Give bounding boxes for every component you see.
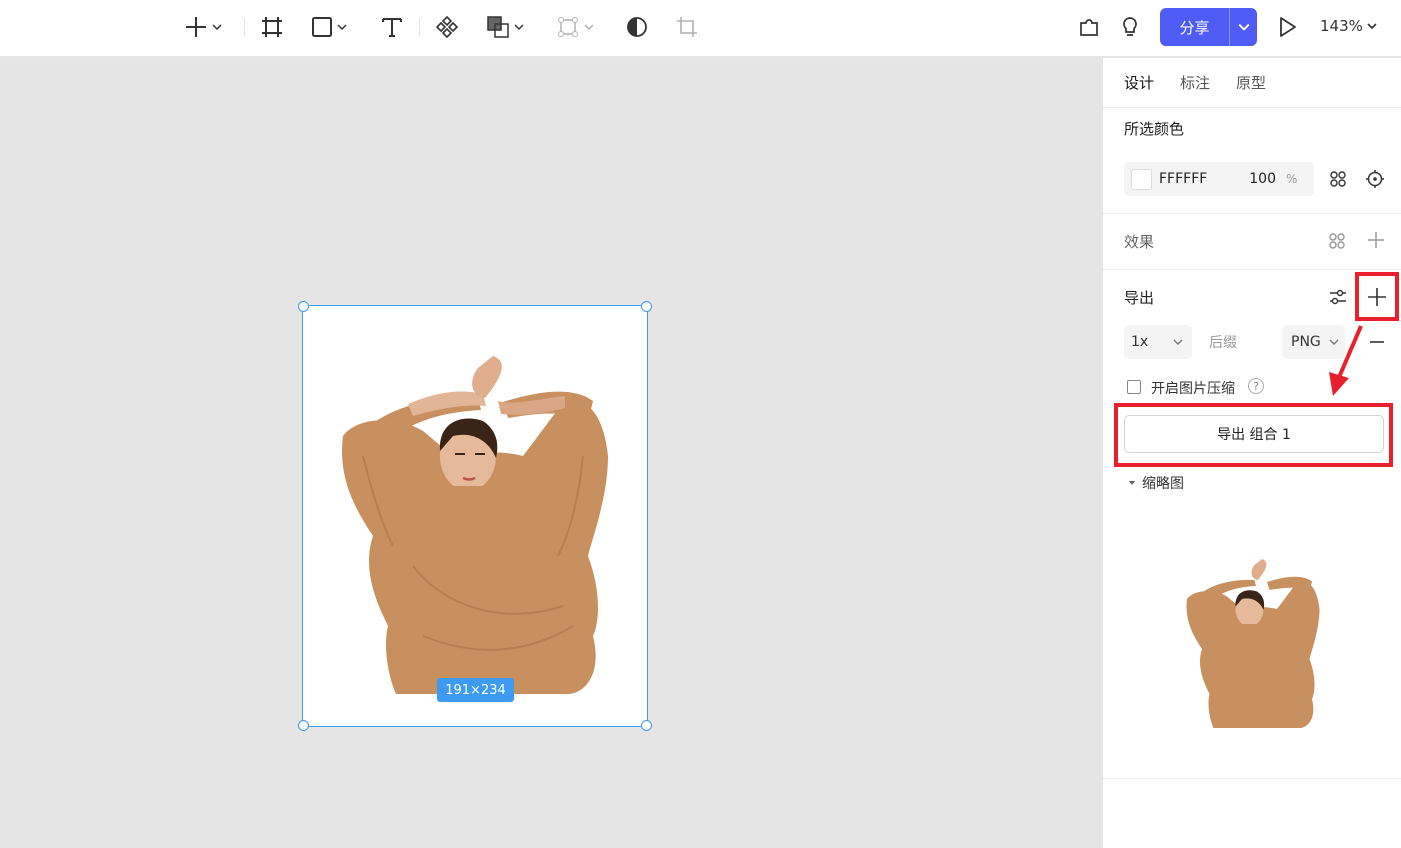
scale-select[interactable]: 1x xyxy=(1124,325,1192,359)
selected-color-title: 所选颜色 xyxy=(1124,120,1185,138)
text-icon xyxy=(382,18,402,37)
compress-label: 开启图片压缩 xyxy=(1151,381,1235,397)
sliders-icon xyxy=(1330,289,1346,305)
export-title: 导出 xyxy=(1124,289,1155,307)
format-select[interactable]: PNG xyxy=(1282,325,1345,359)
resize-handle-top-left[interactable] xyxy=(298,301,309,312)
highlight-export-button xyxy=(1114,403,1393,467)
panel-tabs: 设计 标注 原型 xyxy=(1103,58,1401,108)
color-swatch[interactable] xyxy=(1131,168,1152,190)
share-button[interactable]: 分享 xyxy=(1160,8,1257,46)
boolean-icon xyxy=(487,16,509,38)
chevron-down-icon xyxy=(584,24,594,31)
effects-style-button[interactable] xyxy=(1328,232,1346,250)
mask-tool[interactable] xyxy=(625,12,649,42)
minus-icon xyxy=(1370,341,1384,343)
toolbar-divider xyxy=(244,18,245,36)
chevron-down-icon xyxy=(1329,339,1339,345)
ideas-button[interactable] xyxy=(1118,12,1142,42)
compress-checkbox[interactable] xyxy=(1127,380,1141,394)
top-toolbar: 分享 143% xyxy=(0,0,1401,57)
style-icon xyxy=(1330,171,1346,187)
play-icon xyxy=(1280,17,1296,37)
tab-annotate[interactable]: 标注 xyxy=(1180,72,1210,93)
style-button[interactable] xyxy=(1329,170,1347,188)
plus-icon xyxy=(1368,232,1384,248)
frame-icon xyxy=(262,17,282,37)
share-label[interactable]: 分享 xyxy=(1160,8,1229,46)
tab-design[interactable]: 设计 xyxy=(1124,72,1154,93)
rectangle-icon xyxy=(312,17,332,37)
toolbar-divider xyxy=(419,18,420,36)
add-effect-button[interactable] xyxy=(1367,231,1385,249)
color-opacity[interactable]: 100 xyxy=(1246,171,1276,187)
preview-button[interactable] xyxy=(1275,12,1299,42)
export-settings-button[interactable] xyxy=(1328,287,1348,307)
target-icon xyxy=(1366,170,1384,188)
lightbulb-icon xyxy=(1123,17,1137,36)
component-icon xyxy=(435,15,459,39)
add-icon xyxy=(186,17,206,37)
chevron-down-icon xyxy=(1367,23,1377,30)
effects-title: 效果 xyxy=(1124,233,1155,251)
properties-panel: 设计 标注 原型 所选颜色 FFFFFF 100 % 效果 导出 1x 后缀 P… xyxy=(1102,58,1401,848)
chevron-down-icon xyxy=(514,24,524,31)
color-hex[interactable]: FFFFFF xyxy=(1159,171,1246,187)
remove-export-button[interactable] xyxy=(1368,333,1386,351)
canvas[interactable] xyxy=(0,58,1102,848)
format-value: PNG xyxy=(1291,334,1321,350)
thumbnail-image xyxy=(1186,559,1320,728)
color-picker-button[interactable] xyxy=(1365,169,1385,189)
zoom-control[interactable]: 143% xyxy=(1320,17,1377,35)
chevron-down-icon xyxy=(1238,23,1249,31)
resize-handle-bottom-left[interactable] xyxy=(298,720,309,731)
resize-handle-top-right[interactable] xyxy=(641,301,652,312)
suffix-input[interactable]: 后缀 xyxy=(1201,325,1273,359)
boolean-tool[interactable] xyxy=(486,12,524,42)
share-dropdown[interactable] xyxy=(1229,8,1257,46)
thumbnail-title: 缩略图 xyxy=(1142,476,1184,492)
resize-handle-bottom-right[interactable] xyxy=(641,720,652,731)
thumbnail-toggle[interactable]: 缩略图 xyxy=(1128,473,1184,493)
add-tool[interactable] xyxy=(184,12,222,42)
divider xyxy=(1103,269,1401,270)
help-icon[interactable]: ? xyxy=(1248,378,1264,394)
color-field[interactable]: FFFFFF 100 % xyxy=(1124,162,1314,196)
path-icon xyxy=(558,17,578,37)
path-tool[interactable] xyxy=(556,12,594,42)
text-tool[interactable] xyxy=(380,12,404,42)
zoom-level: 143% xyxy=(1320,17,1363,35)
scale-value: 1x xyxy=(1131,334,1149,350)
highlight-add-export xyxy=(1355,272,1399,321)
caret-down-icon xyxy=(1129,481,1135,485)
mask-icon xyxy=(627,17,647,37)
person-image xyxy=(342,356,608,694)
percent-sign: % xyxy=(1286,172,1298,186)
chevron-down-icon xyxy=(212,24,222,31)
frame-tool[interactable] xyxy=(260,12,284,42)
tab-prototype[interactable]: 原型 xyxy=(1236,72,1266,93)
selected-group[interactable] xyxy=(302,305,648,727)
crop-tool[interactable] xyxy=(676,12,698,42)
chevron-down-icon xyxy=(337,24,347,31)
crop-icon xyxy=(677,17,697,37)
divider xyxy=(1103,213,1401,214)
component-tool[interactable] xyxy=(434,12,460,42)
plugin-button[interactable] xyxy=(1077,12,1101,42)
puzzle-icon xyxy=(1080,19,1098,36)
rectangle-tool[interactable] xyxy=(311,12,347,42)
size-badge: 191×234 xyxy=(437,678,514,702)
divider xyxy=(1103,778,1401,779)
style-icon xyxy=(1329,233,1345,249)
chevron-down-icon xyxy=(1173,339,1183,345)
